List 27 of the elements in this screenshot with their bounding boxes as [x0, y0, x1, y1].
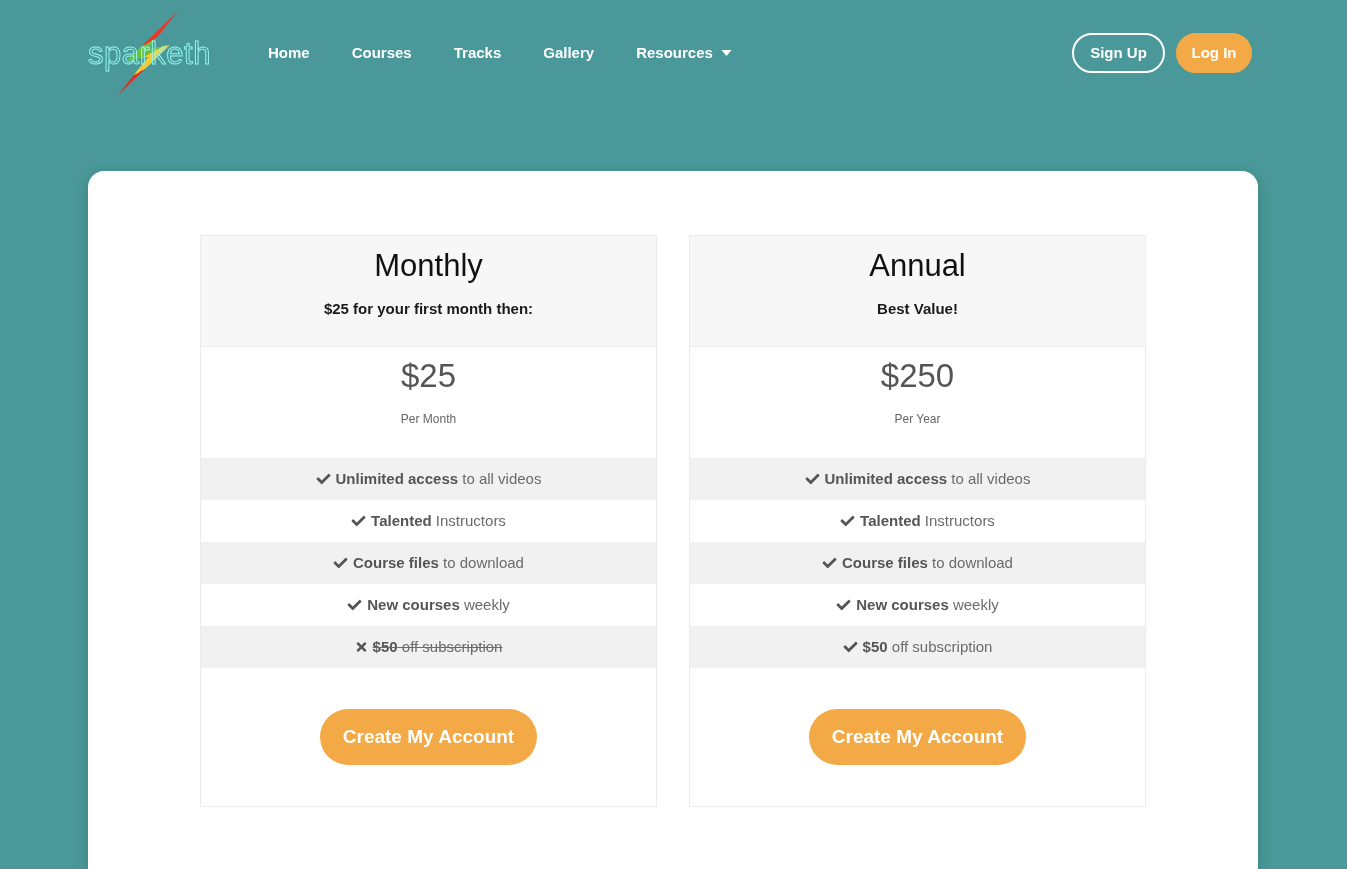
feature-text: Talented Instructors: [371, 510, 506, 531]
plan-note: $25 for your first month then:: [323, 299, 534, 319]
feature-text: Talented Instructors: [860, 510, 995, 531]
signup-button[interactable]: Sign Up: [1072, 33, 1165, 73]
nav-link[interactable]: Courses: [351, 41, 412, 65]
feature-text: $50 off subscription: [372, 636, 503, 657]
plan-note: Best Value!: [877, 299, 958, 319]
nav-link[interactable]: Tracks: [453, 41, 502, 65]
feature-text: Unlimited access to all videos: [335, 468, 542, 489]
feature-text: New courses weekly: [856, 594, 999, 615]
plan-title: Monthly: [374, 247, 483, 285]
feature-text: New courses weekly: [367, 594, 510, 615]
feature-text: Unlimited access to all videos: [824, 468, 1031, 489]
plan-price: $250: [880, 357, 955, 395]
plan-period: Per Year: [894, 411, 941, 428]
create-account-button[interactable]: Create My Account: [320, 709, 537, 765]
create-account-button[interactable]: Create My Account: [809, 709, 1026, 765]
feature-text: Course files to download: [842, 552, 1013, 573]
feature-text: Course files to download: [353, 552, 524, 573]
nav-link[interactable]: Gallery: [543, 41, 595, 65]
nav-link[interactable]: Home: [268, 41, 310, 65]
feature-text: $50 off subscription: [862, 636, 993, 657]
login-button[interactable]: Log In: [1176, 33, 1252, 73]
nav-link[interactable]: Resources: [636, 41, 732, 65]
plan-price: $25: [400, 357, 457, 395]
plan-title: Annual: [869, 247, 966, 285]
plan-period: Per Month: [400, 411, 457, 428]
